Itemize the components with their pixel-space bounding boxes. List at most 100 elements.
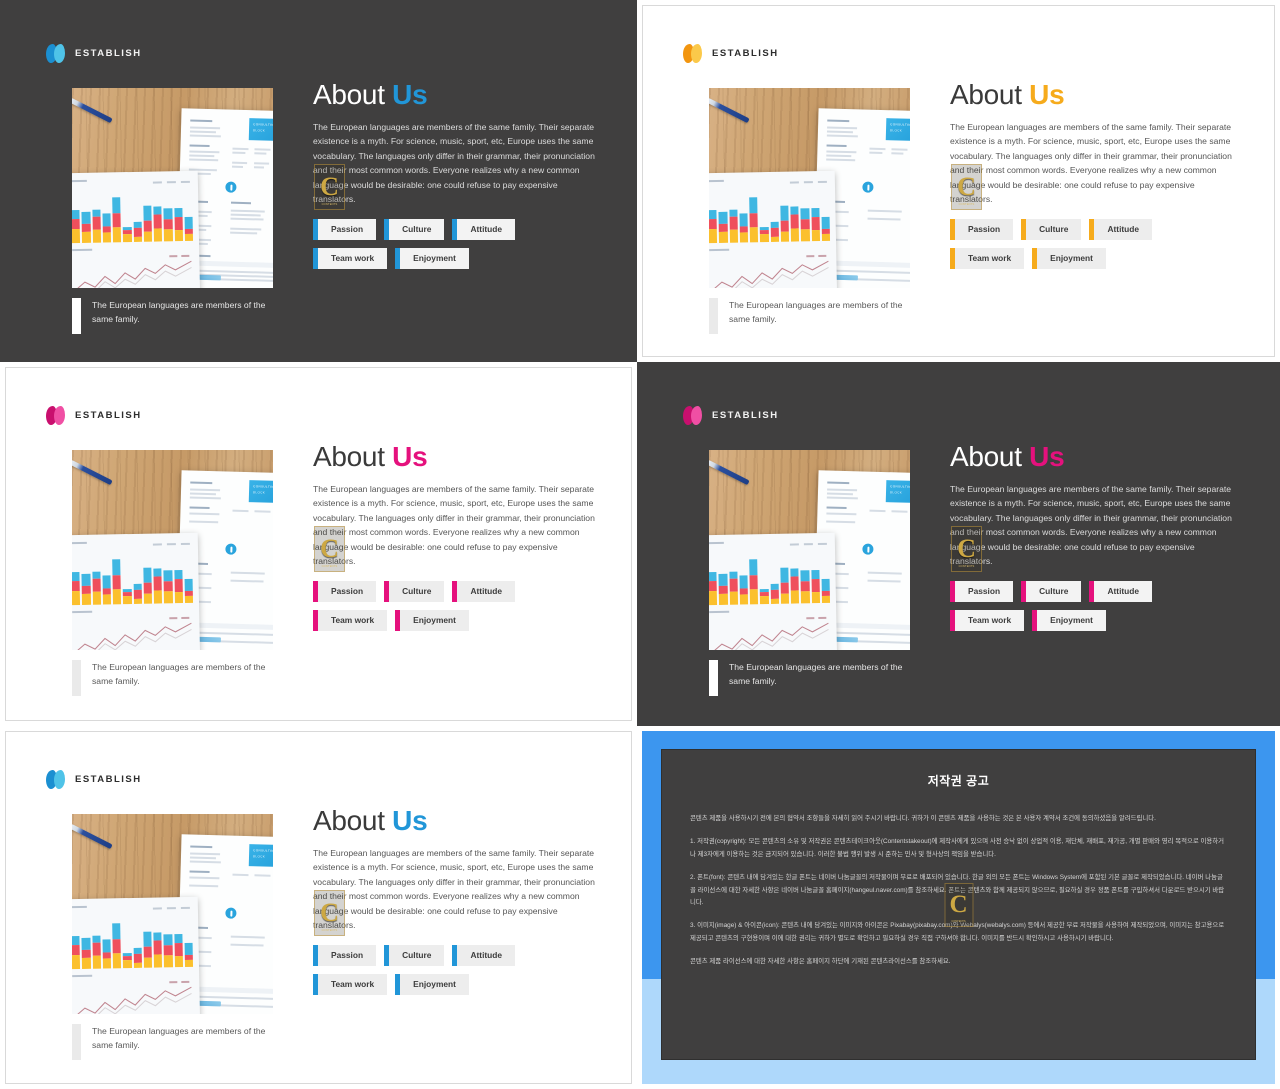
line-chart xyxy=(709,255,831,288)
leaf-logo-icon xyxy=(683,406,703,425)
chart-printout xyxy=(72,532,201,650)
hero-photo: CONSULTING BLOCK xyxy=(72,88,273,288)
tag-chip-culture[interactable]: Culture xyxy=(384,945,445,967)
tag-chip-team-work[interactable]: Team work xyxy=(313,248,388,270)
slide-content: About Us The European languages are memb… xyxy=(950,440,1235,639)
tag-chip-attitude[interactable]: Attitude xyxy=(452,945,516,967)
slide-2[interactable]: ESTABLISH CONSULTING BLOCK The European … xyxy=(637,0,1280,362)
title-part-about: About xyxy=(950,441,1030,472)
page-title: About Us xyxy=(950,440,1235,473)
chip-label: Enjoyment xyxy=(1037,610,1106,632)
chart-legend xyxy=(152,542,190,546)
tag-chip-group: Passion Culture Attitude Team work Enjoy… xyxy=(950,581,1235,632)
title-part-about: About xyxy=(313,805,393,836)
chart-title-line xyxy=(72,905,87,909)
tag-chip-enjoyment[interactable]: Enjoyment xyxy=(395,248,469,270)
document-header-badge: CONSULTING BLOCK xyxy=(885,480,910,504)
chart-legend xyxy=(152,180,190,184)
tag-chip-passion[interactable]: Passion xyxy=(313,581,377,603)
slide-4[interactable]: ESTABLISH CONSULTING BLOCK The European … xyxy=(637,362,1280,726)
page-title: About Us xyxy=(950,78,1235,111)
slide-3[interactable]: ESTABLISH CONSULTING BLOCK The European … xyxy=(0,362,637,726)
title-part-about: About xyxy=(950,79,1030,110)
chart-title-line xyxy=(709,179,724,183)
chip-label: Culture xyxy=(389,945,445,967)
chart-title-line xyxy=(72,179,87,183)
chart-printout xyxy=(72,170,201,288)
tag-chip-culture[interactable]: Culture xyxy=(384,581,445,603)
tag-chip-enjoyment[interactable]: Enjoyment xyxy=(1032,248,1106,270)
caption-accent-bar xyxy=(72,660,81,696)
hero-photo: CONSULTING BLOCK xyxy=(72,814,273,1014)
tag-chip-attitude[interactable]: Attitude xyxy=(1089,219,1153,241)
tag-chip-group: Passion Culture Attitude Team work Enjoy… xyxy=(950,219,1235,270)
copyright-panel: 저작권 공고 콘텐츠 제품을 사용하시기 전에 본의 협약서 조항들을 자세히 … xyxy=(661,749,1256,1060)
title-part-us: Us xyxy=(1029,441,1065,472)
stacked-bar-chart xyxy=(709,189,831,244)
slide-6-copyright[interactable]: 저작권 공고 콘텐츠 제품을 사용하시기 전에 본의 협약서 조항들을 자세히 … xyxy=(637,726,1280,1089)
chip-label: Attitude xyxy=(457,581,516,603)
tag-chip-culture[interactable]: Culture xyxy=(384,219,445,241)
tag-chip-culture[interactable]: Culture xyxy=(1021,219,1082,241)
tag-chip-passion[interactable]: Passion xyxy=(950,219,1014,241)
brand-name: ESTABLISH xyxy=(75,410,142,421)
tag-chip-row-1: Passion Culture Attitude xyxy=(313,219,598,241)
slide-content: About Us The European languages are memb… xyxy=(313,804,598,1003)
chart-legend xyxy=(152,906,190,910)
tag-chip-enjoyment[interactable]: Enjoyment xyxy=(395,974,469,996)
chip-label: Culture xyxy=(389,219,445,241)
document-header-badge: CONSULTING BLOCK xyxy=(885,118,910,142)
slide-1-canvas: ESTABLISH CONSULTING BLOCK The European … xyxy=(5,5,632,357)
tag-chip-group: Passion Culture Attitude Team work Enjoy… xyxy=(313,219,598,270)
brand-logo: ESTABLISH xyxy=(683,406,779,425)
slide-1[interactable]: ESTABLISH CONSULTING BLOCK The European … xyxy=(0,0,637,362)
copyright-paragraph-1: 1. 저작권(copyright): 모든 콘텐츠의 소유 및 저작권은 콘텐츠… xyxy=(690,838,1225,858)
chip-label: Passion xyxy=(318,219,377,241)
slide-3-canvas: ESTABLISH CONSULTING BLOCK The European … xyxy=(5,367,632,721)
body-paragraph: The European languages are members of th… xyxy=(313,484,595,567)
photo-caption: The European languages are members of th… xyxy=(709,660,924,696)
tag-chip-passion[interactable]: Passion xyxy=(950,581,1014,603)
chip-label: Team work xyxy=(955,610,1025,632)
tag-chip-attitude[interactable]: Attitude xyxy=(1089,581,1153,603)
tag-chip-passion[interactable]: Passion xyxy=(313,945,377,967)
tag-chip-attitude[interactable]: Attitude xyxy=(452,581,516,603)
body-paragraph: The European languages are members of th… xyxy=(950,122,1232,205)
document-header-badge: CONSULTING BLOCK xyxy=(248,118,273,142)
body-paragraph: The European languages are members of th… xyxy=(313,122,595,205)
brand-logo: ESTABLISH xyxy=(46,406,142,425)
tag-chip-row-2: Team work Enjoyment xyxy=(313,610,598,632)
tag-chip-team-work[interactable]: Team work xyxy=(313,610,388,632)
chip-label: Enjoyment xyxy=(1037,248,1106,270)
chip-label: Passion xyxy=(318,945,377,967)
title-part-us: Us xyxy=(1029,79,1065,110)
slide-content: About Us The European languages are memb… xyxy=(313,440,598,639)
tag-chip-row-1: Passion Culture Attitude xyxy=(313,581,598,603)
chart-legend xyxy=(789,180,827,184)
tag-chip-passion[interactable]: Passion xyxy=(313,219,377,241)
copyright-paragraph-outro: 콘텐츠 제품 라이선스에 대한 자세한 사항은 홈페이지 하단에 기재된 콘텐츠… xyxy=(690,958,951,966)
brand-logo: ESTABLISH xyxy=(46,770,142,789)
chart-title-line xyxy=(72,541,87,545)
caption-accent-bar xyxy=(709,298,718,334)
watermark-glyph: C xyxy=(949,891,968,918)
hero-photo: CONSULTING BLOCK xyxy=(72,450,273,650)
tag-chip-team-work[interactable]: Team work xyxy=(313,974,388,996)
caption-text: The European languages are members of th… xyxy=(729,662,903,686)
copyright-blue-frame: 저작권 공고 콘텐츠 제품을 사용하시기 전에 본의 협약서 조항들을 자세히 … xyxy=(642,731,1275,1084)
slide-5-canvas: ESTABLISH CONSULTING BLOCK The European … xyxy=(5,731,632,1084)
tag-chip-attitude[interactable]: Attitude xyxy=(452,219,516,241)
document-info-icon xyxy=(225,543,237,555)
chip-label: Enjoyment xyxy=(400,248,469,270)
tag-chip-enjoyment[interactable]: Enjoyment xyxy=(1032,610,1106,632)
tag-chip-team-work[interactable]: Team work xyxy=(950,248,1025,270)
stacked-bar-chart xyxy=(72,915,194,970)
tag-chip-team-work[interactable]: Team work xyxy=(950,610,1025,632)
slide-5[interactable]: ESTABLISH CONSULTING BLOCK The European … xyxy=(0,726,637,1089)
line-chart xyxy=(709,617,831,650)
tag-chip-enjoyment[interactable]: Enjoyment xyxy=(395,610,469,632)
chart-subtitle-line xyxy=(72,610,93,614)
photo-caption: The European languages are members of th… xyxy=(72,660,287,696)
tag-chip-culture[interactable]: Culture xyxy=(1021,581,1082,603)
tag-chip-row-2: Team work Enjoyment xyxy=(950,248,1235,270)
